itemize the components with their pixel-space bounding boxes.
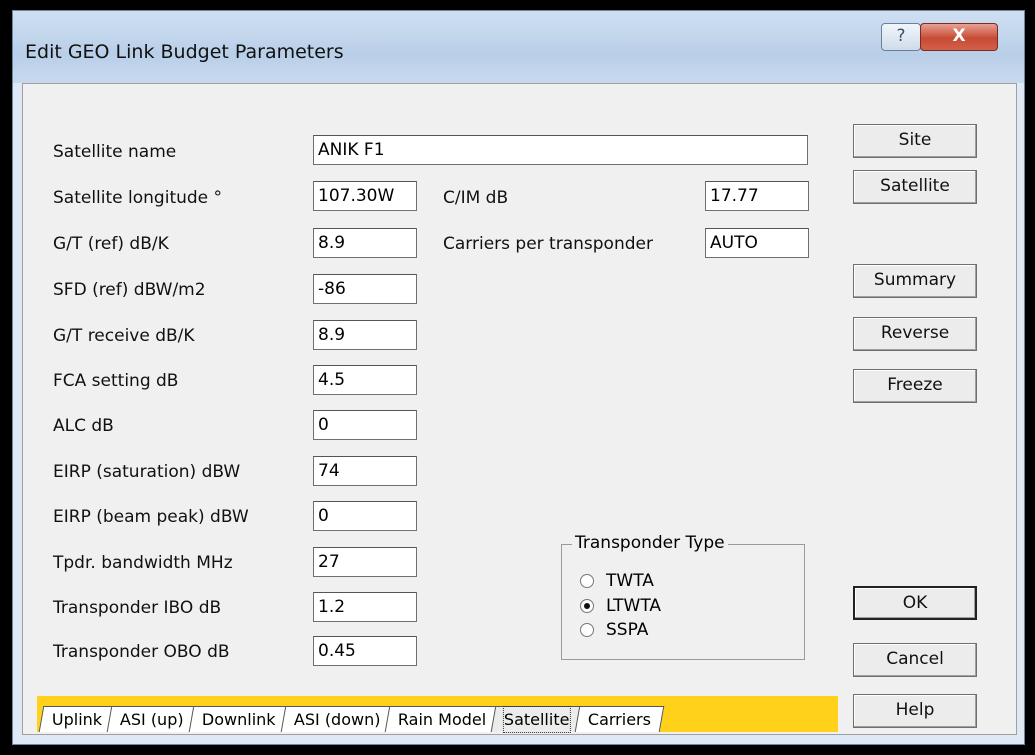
carriers-per-transponder-label: Carriers per transponder: [443, 234, 653, 254]
tab-uplink-label: Uplink: [51, 710, 103, 729]
tab-downlink-label: Downlink: [201, 710, 276, 729]
ok-button[interactable]: OK: [853, 586, 977, 620]
satellite-button[interactable]: Satellite: [853, 170, 977, 204]
close-icon[interactable]: X: [920, 23, 998, 51]
cim-label: C/IM dB: [443, 188, 509, 208]
radio-sspa[interactable]: SSPA: [580, 620, 648, 640]
transponder-ibo-label: Transponder IBO dB: [53, 598, 222, 618]
tab-asi-up[interactable]: ASI (up): [106, 706, 198, 732]
tab-asi-up-label: ASI (up): [120, 710, 184, 729]
tab-carriers[interactable]: Carriers: [574, 706, 665, 732]
radio-ltwta-label: LTWTA: [606, 596, 662, 616]
radio-twta[interactable]: TWTA: [580, 571, 654, 591]
tpdr-bandwidth-field[interactable]: [313, 547, 417, 577]
tab-rain-model-label: Rain Model: [397, 710, 487, 729]
radio-ltwta[interactable]: LTWTA: [580, 596, 661, 616]
transponder-type-title: Transponder Type: [572, 533, 728, 553]
dialog-client: Satellite name Satellite longitude ° G/T…: [22, 83, 1017, 735]
transponder-obo-label: Transponder OBO dB: [53, 642, 230, 662]
help-button[interactable]: Help: [853, 694, 977, 728]
reverse-button[interactable]: Reverse: [853, 317, 977, 351]
tab-asi-down-label: ASI (down): [293, 710, 380, 729]
gt-ref-field[interactable]: [313, 228, 417, 258]
tab-rain-model[interactable]: Rain Model: [384, 706, 500, 732]
fca-setting-field[interactable]: [313, 365, 417, 395]
satellite-name-label: Satellite name: [53, 142, 177, 162]
sfd-ref-field[interactable]: [313, 274, 417, 304]
site-button[interactable]: Site: [853, 124, 977, 158]
radio-twta-label: TWTA: [606, 571, 654, 591]
radio-twta-indicator[interactable]: [580, 574, 594, 588]
cim-field[interactable]: [705, 181, 809, 211]
fca-setting-label: FCA setting dB: [53, 371, 179, 391]
eirp-saturation-label: EIRP (saturation) dBW: [53, 462, 241, 482]
eirp-beam-peak-label: EIRP (beam peak) dBW: [53, 507, 249, 527]
tab-satellite-label: Satellite: [503, 706, 571, 733]
transponder-ibo-field[interactable]: [313, 592, 417, 622]
tab-asi-down[interactable]: ASI (down): [280, 706, 394, 732]
dialog-window: Edit GEO Link Budget Parameters ? X Sate…: [12, 10, 1025, 745]
title-bar[interactable]: Edit GEO Link Budget Parameters ? X: [13, 11, 1024, 83]
gt-receive-field[interactable]: [313, 320, 417, 350]
tab-row: Uplink ASI (up) Downlink ASI (down) Rain…: [38, 706, 665, 733]
eirp-beam-peak-field[interactable]: [313, 501, 417, 531]
radio-ltwta-indicator[interactable]: [580, 599, 594, 613]
gt-receive-label: G/T receive dB/K: [53, 326, 195, 346]
radio-sspa-label: SSPA: [606, 620, 649, 640]
alc-label: ALC dB: [53, 416, 114, 436]
help-icon[interactable]: ?: [881, 23, 921, 51]
summary-button[interactable]: Summary: [853, 264, 977, 298]
alc-field[interactable]: [313, 410, 417, 440]
freeze-button[interactable]: Freeze: [853, 369, 977, 403]
transponder-type-group: Transponder Type TWTA LTWTA SSPA: [561, 533, 805, 660]
radio-sspa-indicator[interactable]: [580, 623, 594, 637]
satellite-longitude-field[interactable]: [313, 181, 417, 211]
tab-satellite[interactable]: Satellite: [491, 706, 584, 733]
eirp-saturation-field[interactable]: [313, 456, 417, 486]
tab-downlink[interactable]: Downlink: [188, 706, 289, 732]
cancel-button[interactable]: Cancel: [853, 643, 977, 677]
satellite-name-field[interactable]: [313, 135, 808, 165]
carriers-per-transponder-field[interactable]: [705, 228, 809, 258]
sfd-ref-label: SFD (ref) dBW/m2: [53, 280, 206, 300]
window-title: Edit GEO Link Budget Parameters: [25, 41, 344, 63]
tab-carriers-label: Carriers: [587, 710, 651, 729]
tab-strip: Uplink ASI (up) Downlink ASI (down) Rain…: [37, 696, 838, 733]
tab-uplink[interactable]: Uplink: [38, 706, 116, 732]
gt-ref-label: G/T (ref) dB/K: [53, 234, 169, 254]
transponder-obo-field[interactable]: [313, 636, 417, 666]
tpdr-bandwidth-label: Tpdr. bandwidth MHz: [53, 553, 233, 573]
satellite-longitude-label: Satellite longitude °: [53, 188, 223, 208]
